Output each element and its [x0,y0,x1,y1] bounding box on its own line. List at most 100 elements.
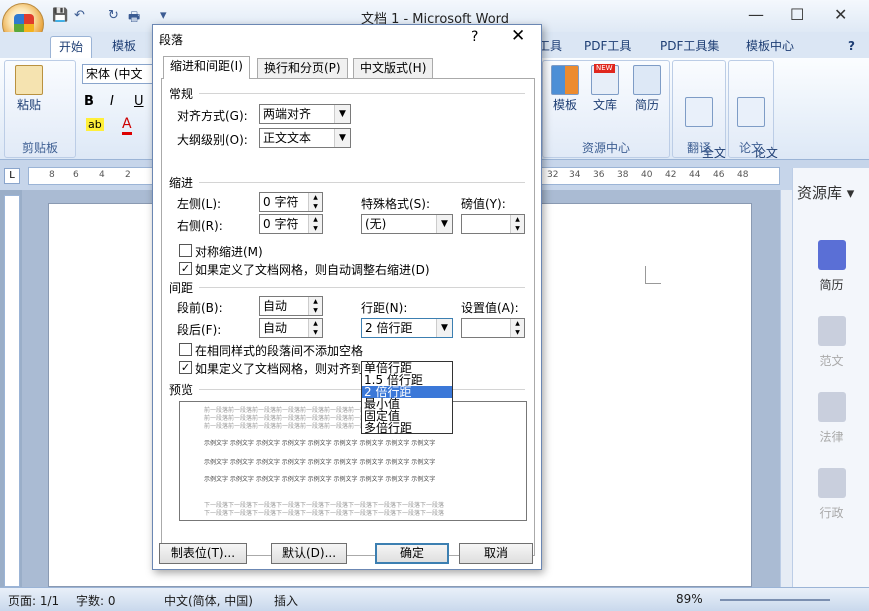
tab-template[interactable]: 模板 [104,36,144,58]
line-spacing-value: 2 倍行距 [365,321,413,335]
bold-button[interactable]: B [84,94,94,109]
auto-right-indent-checkbox[interactable]: ✓ [179,262,192,275]
translate-group-label: 翻译 [686,141,711,155]
ruler-tick-40: 40 [641,170,653,180]
set-default-button[interactable]: 默认(D)... [271,543,347,564]
italic-button[interactable]: I [110,94,114,109]
mirror-indent-checkbox[interactable] [179,244,192,257]
minimize-button[interactable]: — [748,5,764,24]
tab-selector-icon[interactable]: L [4,168,20,184]
line-spacing-dropdown: 单倍行距 1.5 倍行距 2 倍行距 最小值 固定值 多倍行距 [361,361,453,434]
ruler-tick-2: 2 [125,170,131,180]
dialog-close-button[interactable]: ✕ [511,26,525,46]
ruler-tick-46: 46 [713,170,725,180]
spacing-after-label: 段后(F): [177,323,222,337]
spinner-icon[interactable]: ▲ ▼ [308,319,322,337]
insert-mode[interactable]: 插入 [274,592,298,609]
outline-select[interactable]: 正文文本 ▼ [259,128,351,148]
spacing-before-input[interactable]: 自动 ▲ ▼ [259,296,323,316]
resource-item-label: 行政 [819,506,844,520]
line-spacing-select[interactable]: 2 倍行距 ▼ [361,318,453,338]
spinner-icon[interactable]: ▲ ▼ [308,193,322,211]
font-name-input[interactable]: 宋体 (中文正 [82,64,154,84]
right-indent-label: 右侧(R): [177,219,223,233]
vertical-scrollbar[interactable] [780,190,792,587]
snap-grid-label: 如果定义了文档网格，则对齐到 [195,362,364,376]
resource-item-law[interactable]: 法律 [793,392,869,445]
help-icon[interactable]: ? [840,36,863,58]
resource-center-label: 资源中心 [581,141,630,155]
paste-button[interactable]: 粘贴 [9,65,49,113]
preview-box: 前一段落前一段落前一段落前一段落前一段落前一段落前一段落前一段落前一段落前一段落… [179,401,527,521]
spinner-icon[interactable]: ▲ ▼ [510,319,524,337]
maximize-button[interactable]: ☐ [790,5,804,24]
undo-icon[interactable]: ↶ [74,8,85,23]
tab-line-page-breaks[interactable]: 换行和分页(P) [257,58,348,78]
resource-item-sample[interactable]: 范文 [793,316,869,369]
alignment-select[interactable]: 两端对齐 ▼ [259,104,351,124]
resume-button[interactable]: 简历 [629,65,665,113]
zoom-slider[interactable] [720,599,830,601]
no-space-checkbox[interactable] [179,343,192,356]
line-option-multiple[interactable]: 多倍行距 [362,422,452,434]
status-bar: 页面: 1/1 字数: 0 中文(简体, 中国) 插入 89% [0,587,869,611]
at-input[interactable]: ▲ ▼ [461,318,525,338]
auto-right-indent-label: 如果定义了文档网格，则自动调整右缩进(D) [195,263,430,277]
right-indent-value: 0 字符 [263,217,299,231]
paragraph-dialog: 段落 ? ✕ 缩进和间距(I) 换行和分页(P) 中文版式(H) 常规 对齐方式… [152,24,542,570]
template-label: 模板 [552,98,577,112]
resource-item-resume[interactable]: 简历 [793,240,869,293]
library-button[interactable]: NEW 文库 [587,64,623,113]
qat-more-icon[interactable]: ▾ [160,8,167,23]
cancel-button[interactable]: 取消 [459,543,533,564]
left-indent-input[interactable]: 0 字符 ▲ ▼ [259,192,323,212]
spacing-after-input[interactable]: 自动 ▲ ▼ [259,318,323,338]
at-label: 设置值(A): [461,301,519,315]
no-space-label: 在相同样式的段落间不添加空格 [195,344,364,358]
page-count[interactable]: 页面: 1/1 [8,592,59,609]
tab-pdf-tools[interactable]: PDF工具 [576,36,639,58]
dialog-help-button[interactable]: ? [471,29,478,45]
highlight-button[interactable]: ab [86,118,104,131]
mirror-indent-label: 对称缩进(M) [195,245,263,259]
font-color-button[interactable]: A [122,116,132,135]
zoom-level: 89% [676,592,703,606]
ruler-tick-34: 34 [569,170,581,180]
resource-center-group: 模板 NEW 文库 简历 资源中心 [542,60,670,158]
print-icon[interactable]: 🖶 [128,8,140,30]
clipboard-group: 粘贴 剪贴板 [4,60,76,158]
admin-icon [817,468,846,498]
resource-item-label: 范文 [819,354,844,368]
tabs-button[interactable]: 制表位(T)... [159,543,247,564]
resource-panel-title-text: 资源库 [797,184,843,202]
by-input[interactable]: ▲ ▼ [461,214,525,234]
snap-grid-checkbox[interactable]: ✓ [179,361,192,374]
ok-button[interactable]: 确定 [375,543,449,564]
template-button[interactable]: 模板 [547,65,583,113]
word-count[interactable]: 字数: 0 [76,592,116,609]
tab-template-center[interactable]: 模板中心 [738,36,802,58]
tab-home[interactable]: 开始 [50,36,93,58]
paper-group: 论文 查重 论文 [728,60,778,176]
spinner-icon[interactable]: ▲ ▼ [308,215,322,233]
tab-indent-spacing[interactable]: 缩进和间距(I) [163,56,250,79]
spinner-icon[interactable]: ▲ ▼ [510,215,524,233]
outline-label: 大纲级别(O): [177,133,248,147]
language-indicator[interactable]: 中文(简体, 中国) [164,592,253,609]
sample-icon [817,316,846,346]
translate-group: 全文 翻译 翻译 [672,60,726,176]
close-button[interactable]: ✕ [834,5,847,24]
underline-button[interactable]: U [134,94,144,109]
spinner-icon[interactable]: ▲ ▼ [308,297,322,315]
resource-item-admin[interactable]: 行政 [793,468,869,521]
alignment-value: 两端对齐 [263,107,312,121]
resource-panel: 资源库 ▾ 简历 范文 法律 行政 [792,168,869,587]
save-icon[interactable]: 💾 [52,8,68,23]
redo-icon[interactable]: ↻ [108,8,119,23]
tab-pdf-toolset[interactable]: PDF工具集 [652,36,727,58]
vertical-ruler[interactable] [4,195,20,587]
divider [199,182,525,183]
special-select[interactable]: (无) ▼ [361,214,453,234]
tab-asian-typography[interactable]: 中文版式(H) [353,58,434,78]
right-indent-input[interactable]: 0 字符 ▲ ▼ [259,214,323,234]
